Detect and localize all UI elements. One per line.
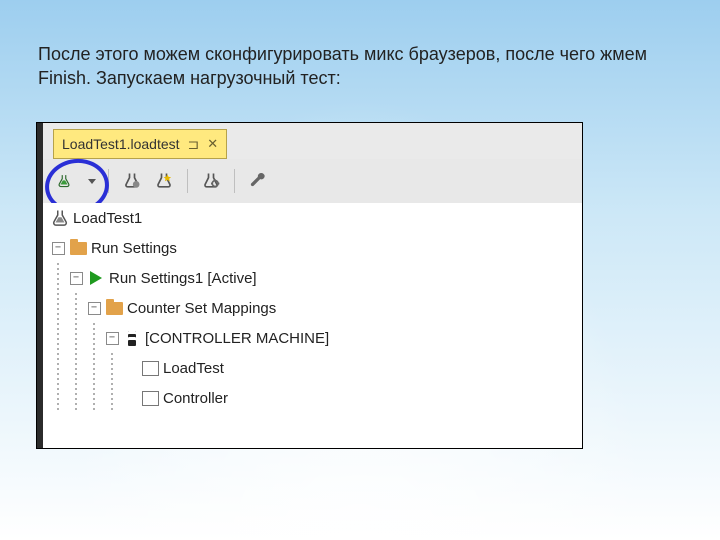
pin-icon[interactable]: ⊐	[188, 136, 200, 153]
manage-counters-icon[interactable]	[121, 170, 143, 192]
add-loadtest-icon[interactable]	[153, 170, 175, 192]
document-tab-loadtest1[interactable]: LoadTest1.loadtest ⊐ ✕	[53, 129, 227, 159]
tree-label: Run Settings1 [Active]	[109, 270, 257, 287]
run-loadtest-icon[interactable]	[53, 170, 75, 192]
tree-label: Counter Set Mappings	[127, 300, 276, 317]
tree-node-run-settings[interactable]: − Run Settings	[43, 233, 582, 263]
tree-label: Controller	[163, 390, 228, 407]
document-tab-bar: LoadTest1.loadtest ⊐ ✕	[43, 123, 582, 159]
test-settings-icon[interactable]	[200, 170, 222, 192]
tree-node-counter-mappings[interactable]: − Counter Set Mappings	[43, 293, 582, 323]
folder-icon	[69, 239, 87, 257]
tree-node-controller-machine[interactable]: − [CONTROLLER MACHINE]	[43, 323, 582, 353]
screenshot-panel: LoadTest1.loadtest ⊐ ✕	[36, 122, 583, 449]
tree-leaf-controller[interactable]: Controller	[43, 383, 582, 413]
counter-set-icon	[141, 389, 159, 407]
tree-node-run-settings1[interactable]: − Run Settings1 [Active]	[43, 263, 582, 293]
run-dropdown-icon[interactable]	[88, 179, 96, 184]
separator	[187, 169, 188, 193]
expander-icon[interactable]: −	[70, 272, 83, 285]
tab-title: LoadTest1.loadtest	[62, 136, 180, 152]
folder-icon	[105, 299, 123, 317]
expander-icon[interactable]: −	[52, 242, 65, 255]
counter-set-icon	[141, 359, 159, 377]
tree-label: LoadTest1	[73, 210, 142, 227]
properties-wrench-icon[interactable]	[247, 170, 269, 192]
expander-icon[interactable]: −	[106, 332, 119, 345]
caption-text: После этого можем сконфигурировать микс …	[38, 42, 658, 91]
separator	[108, 169, 109, 193]
flask-icon	[51, 209, 69, 227]
tree-label: Run Settings	[91, 240, 177, 257]
expander-icon[interactable]: −	[88, 302, 101, 315]
loadtest-tree: LoadTest1 − Run Settings − Run Settings1…	[43, 203, 582, 448]
loadtest-toolbar	[43, 159, 582, 204]
server-icon	[123, 329, 141, 347]
tree-root-loadtest1[interactable]: LoadTest1	[43, 203, 582, 233]
tree-leaf-loadtest[interactable]: LoadTest	[43, 353, 582, 383]
play-icon	[87, 269, 105, 287]
close-icon[interactable]: ✕	[207, 136, 218, 152]
separator	[234, 169, 235, 193]
tree-label: LoadTest	[163, 360, 224, 377]
tree-label: [CONTROLLER MACHINE]	[145, 330, 329, 347]
